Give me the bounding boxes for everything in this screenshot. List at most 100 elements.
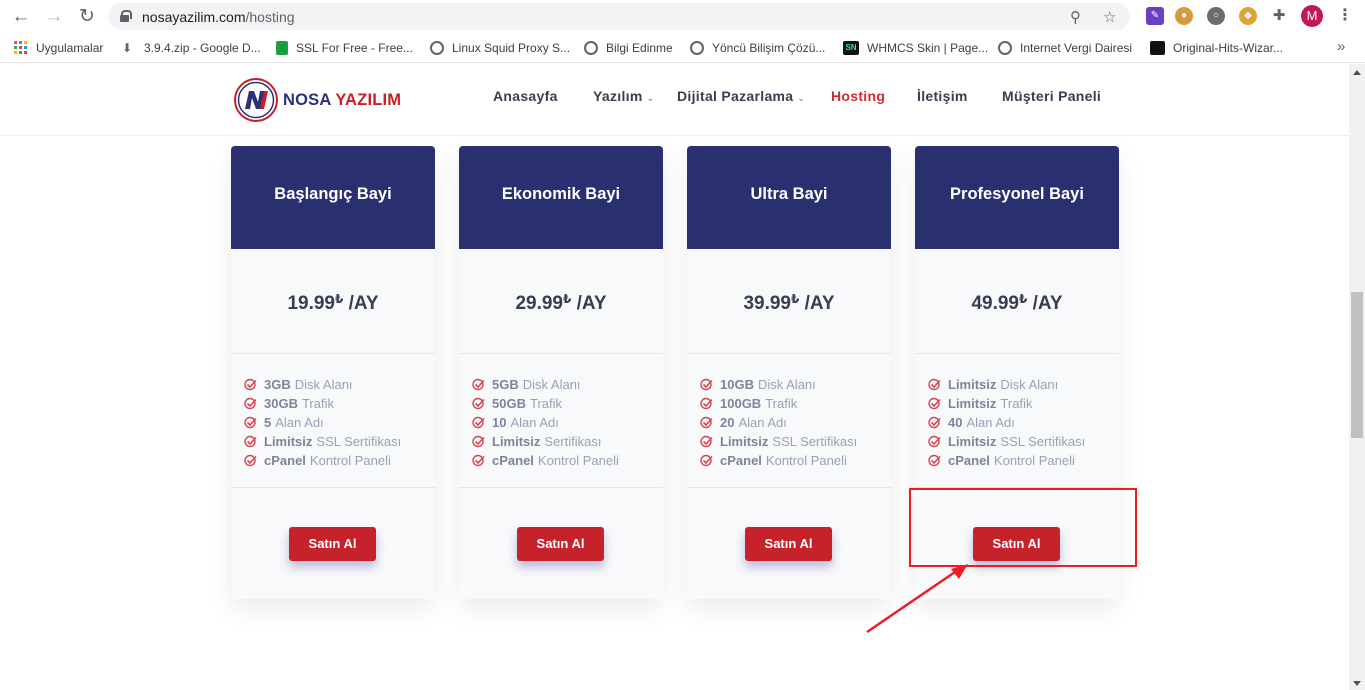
browser-toolbar: ← → ↻ nosayazilim.com/hosting ⚲ ☆ ✎ ● ○ … [0, 0, 1365, 33]
plan-price: 29.99₺ /AY [459, 249, 663, 354]
globe-icon [690, 41, 704, 55]
scroll-down-arrow-icon[interactable] [1353, 681, 1361, 686]
sn-favicon-icon: SN [843, 41, 859, 55]
globe-icon [998, 41, 1012, 55]
feature-item: 3GB Disk Alanı [244, 375, 435, 394]
feature-item: Limitsiz Disk Alanı [928, 375, 1119, 394]
logo-mark-icon [234, 78, 278, 122]
feature-item: 100GB Trafik [700, 394, 891, 413]
plan-title: Profesyonel Bayi [915, 146, 1119, 249]
cloud-upload-icon [1150, 41, 1165, 55]
feature-item: Limitsiz SSL Sertifikası [928, 432, 1119, 451]
bookmark-label: Bilgi Edinme [606, 41, 673, 55]
bookmark-item[interactable]: ⬇ 3.9.4.zip - Google D... [122, 40, 261, 56]
forward-arrow-icon[interactable]: → [42, 5, 66, 29]
nav-anasayfa[interactable]: Anasayfa [493, 88, 558, 104]
feature-item: cPanel Kontrol Paneli [928, 451, 1119, 470]
plan-price: 49.99₺ /AY [915, 249, 1119, 354]
feature-item: Limitsiz SSL Sertifikası [700, 432, 891, 451]
back-arrow-icon[interactable]: ← [9, 5, 33, 29]
feature-item: cPanel Kontrol Paneli [472, 451, 663, 470]
annotation-highlight-box [909, 488, 1137, 567]
bookmark-item[interactable]: Yöncü Bilişim Çözü... [690, 40, 825, 56]
site-logo[interactable]: NOSA YAZILIM [233, 77, 401, 123]
reload-icon[interactable]: ↻ [75, 5, 99, 29]
check-circle-icon [244, 397, 257, 410]
bookmarks-overflow-icon[interactable]: » [1337, 38, 1345, 55]
bookmark-label: Uygulamalar [36, 41, 104, 55]
nav-yazilim[interactable]: Yazılım ⌄ [593, 88, 654, 104]
bookmark-label: WHMCS Skin | Page... [867, 41, 989, 55]
extensions-puzzle-icon[interactable]: ✚ [1270, 7, 1288, 25]
globe-icon [430, 41, 444, 55]
padlock-icon [120, 10, 132, 22]
nav-dijital-pazarlama[interactable]: Dijital Pazarlama ⌄ [677, 88, 805, 104]
check-circle-icon [472, 454, 485, 467]
site-header: NOSA YAZILIM Anasayfa Yazılım ⌄ Dijital P… [0, 64, 1349, 136]
check-circle-icon [700, 416, 713, 429]
plan-price: 39.99₺ /AY [687, 249, 891, 354]
plan-features: 10GB Disk Alanı 100GB Trafik 20 Alan Adı Li… [687, 354, 891, 488]
check-circle-icon [928, 378, 941, 391]
feature-item: cPanel Kontrol Paneli [700, 451, 891, 470]
bookmark-item[interactable]: Internet Vergi Dairesi [998, 40, 1132, 56]
feature-item: Limitsiz Trafik [928, 394, 1119, 413]
scroll-up-arrow-icon[interactable] [1353, 70, 1361, 75]
feature-item: 50GB Trafik [472, 394, 663, 413]
chevron-down-icon: ⌄ [797, 93, 806, 103]
check-circle-icon [244, 416, 257, 429]
extension-pen-icon[interactable]: ✎ [1146, 7, 1164, 25]
zoom-icon[interactable]: ⚲ [1070, 8, 1081, 26]
feature-item: cPanel Kontrol Paneli [244, 451, 435, 470]
bookmark-item[interactable]: Linux Squid Proxy S... [430, 40, 570, 56]
plan-title: Ultra Bayi [687, 146, 891, 249]
nav-iletisim[interactable]: İletişim [917, 88, 968, 104]
padlock-icon [276, 41, 288, 55]
check-circle-icon [244, 435, 257, 448]
plan-features: Limitsiz Disk Alanı Limitsiz Trafik 40 Alan… [915, 354, 1119, 488]
plan-title: Başlangıç Bayi [231, 146, 435, 249]
buy-button[interactable]: Satın Al [745, 527, 832, 561]
globe-icon [584, 41, 598, 55]
bookmark-label: Original-Hits-Wizar... [1173, 41, 1284, 55]
logo-text: NOSA YAZILIM [283, 90, 402, 109]
check-circle-icon [700, 397, 713, 410]
chevron-down-icon: ⌄ [646, 93, 655, 103]
nav-musteri-paneli[interactable]: Müşteri Paneli [1002, 88, 1101, 104]
bookmark-item[interactable]: Original-Hits-Wizar... [1150, 40, 1283, 56]
buy-button[interactable]: Satın Al [517, 527, 604, 561]
feature-item: 40 Alan Adı [928, 413, 1119, 432]
bookmark-item[interactable]: Bilgi Edinme [584, 40, 673, 56]
check-circle-icon [472, 378, 485, 391]
check-circle-icon [700, 378, 713, 391]
plan-features: 3GB Disk Alanı 30GB Trafik 5 Alan Adı Limit… [231, 354, 435, 488]
bookmark-item[interactable]: SSL For Free - Free... [276, 40, 413, 56]
check-circle-icon [928, 416, 941, 429]
check-circle-icon [928, 454, 941, 467]
plan-features: 5GB Disk Alanı 50GB Trafik 10 Alan Adı Limi… [459, 354, 663, 488]
extension-badge-icon[interactable]: ◆ [1239, 7, 1257, 25]
nav-hosting[interactable]: Hosting [831, 88, 885, 104]
bookmark-item[interactable]: SN WHMCS Skin | Page... [843, 40, 988, 56]
scrollbar-thumb[interactable] [1351, 292, 1363, 438]
bookmarks-bar: Uygulamalar ⬇ 3.9.4.zip - Google D... SS… [0, 33, 1365, 63]
bookmark-item[interactable]: Uygulamalar [14, 40, 103, 56]
bookmark-label: Internet Vergi Dairesi [1020, 41, 1133, 55]
extension-cookie-icon[interactable]: ● [1175, 7, 1193, 25]
download-icon: ⬇ [122, 41, 133, 55]
buy-button[interactable]: Satın Al [289, 527, 376, 561]
url-text: nosayazilim.com/hosting [142, 9, 295, 25]
bookmark-label: 3.9.4.zip - Google D... [144, 41, 261, 55]
browser-menu-icon[interactable]: ⋮ [1337, 5, 1353, 25]
plan-card-baslangic: Başlangıç Bayi 19.99₺ /AY 3GB Disk Alanı … [231, 146, 435, 599]
apps-grid-icon [14, 41, 27, 54]
check-circle-icon [472, 435, 485, 448]
check-circle-icon [472, 416, 485, 429]
profile-avatar[interactable]: M [1301, 5, 1323, 27]
feature-item: Limitsiz Sertifikası [472, 432, 663, 451]
extension-circle-icon[interactable]: ○ [1207, 7, 1225, 25]
feature-item: 10 Alan Adı [472, 413, 663, 432]
plan-title: Ekonomik Bayi [459, 146, 663, 249]
address-bar[interactable]: nosayazilim.com/hosting ⚲ ☆ [108, 3, 1130, 30]
bookmark-star-icon[interactable]: ☆ [1103, 8, 1116, 26]
